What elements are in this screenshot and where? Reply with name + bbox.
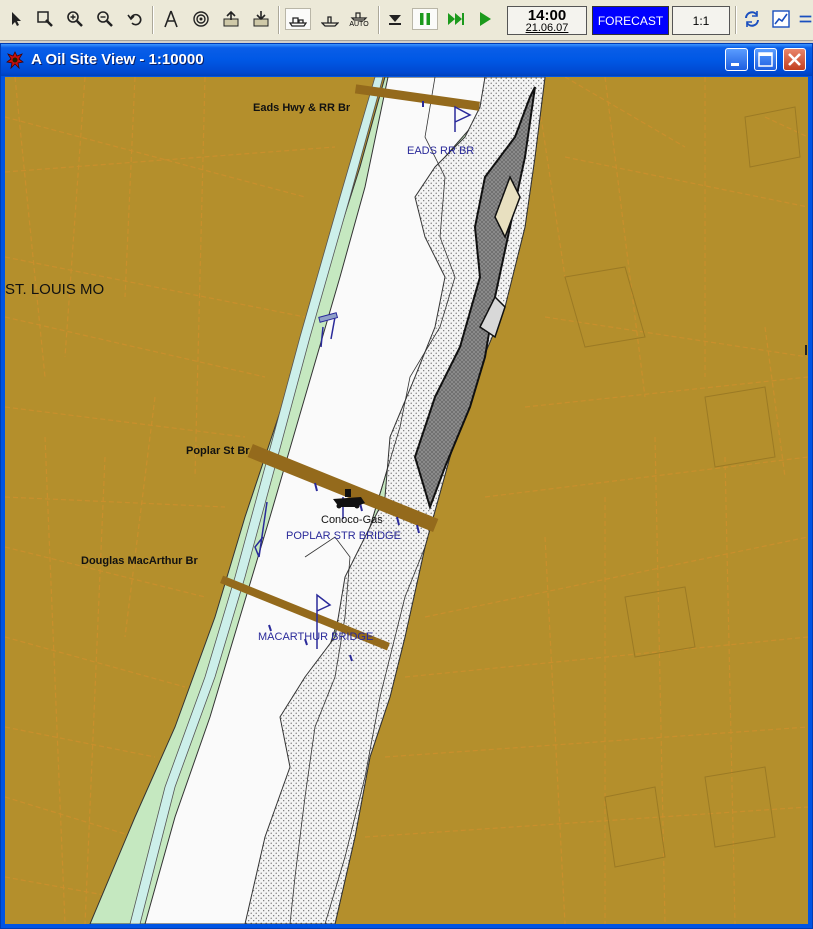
import-icon[interactable] bbox=[250, 8, 272, 30]
vessel-icon[interactable] bbox=[317, 8, 343, 30]
refresh-icon[interactable] bbox=[741, 8, 763, 30]
minimize-icon bbox=[731, 63, 739, 66]
site-view-window: A Oil Site View - 1:10000 Eads Hwy & RR … bbox=[0, 43, 813, 929]
spill-icon bbox=[6, 51, 24, 69]
map-canvas[interactable]: Eads Hwy & RR Br EADS RR BR ST. LOUIS MO… bbox=[5, 77, 808, 924]
select-arrow-icon[interactable] bbox=[6, 8, 28, 30]
play-icon[interactable] bbox=[474, 8, 496, 30]
edge-marker bbox=[805, 345, 807, 355]
window-titlebar[interactable]: A Oil Site View - 1:10000 bbox=[1, 44, 812, 76]
toolbar-separator bbox=[152, 6, 153, 34]
target-icon[interactable] bbox=[190, 8, 212, 30]
auto-mode-icon[interactable]: AUTO bbox=[346, 8, 372, 30]
forecast-button[interactable]: FORECAST bbox=[592, 6, 669, 35]
simulation-clock[interactable]: 14:00 21.06.07 bbox=[507, 6, 587, 35]
label-poplar-bridge: POPLAR STR BRIDGE bbox=[286, 530, 401, 542]
export-icon[interactable] bbox=[220, 8, 242, 30]
compass-icon[interactable] bbox=[160, 8, 182, 30]
overflow-icon[interactable] bbox=[798, 8, 813, 30]
toolbar-separator bbox=[735, 6, 736, 34]
auto-label: AUTO bbox=[349, 21, 369, 28]
fast-forward-icon[interactable] bbox=[443, 8, 469, 30]
maximize-icon bbox=[758, 52, 773, 67]
label-conoco[interactable]: Conoco-Gas bbox=[321, 514, 383, 526]
label-macarthur-road: Douglas MacArthur Br bbox=[81, 555, 198, 567]
maximize-button[interactable] bbox=[754, 48, 777, 71]
minimize-button[interactable] bbox=[725, 48, 748, 71]
undo-view-icon[interactable] bbox=[124, 8, 146, 30]
close-icon bbox=[788, 53, 801, 66]
label-eads-bridge: EADS RR BR bbox=[407, 145, 475, 157]
close-button[interactable] bbox=[783, 48, 806, 71]
zoom-in-icon[interactable] bbox=[64, 8, 86, 30]
scale-display[interactable]: 1:1 bbox=[672, 6, 730, 35]
label-macarthur-bridge: MACARTHUR BRIDGE bbox=[258, 631, 374, 643]
toolbar: AUTO 14:00 21.06.07 FORECAST 1:1 bbox=[0, 0, 813, 41]
chart-icon[interactable] bbox=[770, 8, 792, 30]
label-city: ST. LOUIS MO bbox=[5, 281, 105, 298]
window-title: A Oil Site View - 1:10000 bbox=[31, 51, 204, 68]
ship-view-icon[interactable] bbox=[285, 8, 311, 30]
clock-date: 21.06.07 bbox=[525, 22, 569, 34]
zoom-window-icon[interactable] bbox=[34, 8, 56, 30]
label-poplar-road: Poplar St Br bbox=[186, 445, 250, 457]
zoom-out-icon[interactable] bbox=[94, 8, 116, 30]
label-eads-road: Eads Hwy & RR Br bbox=[253, 102, 351, 114]
pause-icon[interactable] bbox=[412, 8, 438, 30]
toolbar-separator bbox=[278, 6, 279, 34]
dropdown-icon[interactable] bbox=[384, 8, 406, 30]
river-map bbox=[5, 77, 808, 924]
toolbar-separator bbox=[378, 6, 379, 34]
clock-time: 14:00 bbox=[527, 7, 567, 24]
